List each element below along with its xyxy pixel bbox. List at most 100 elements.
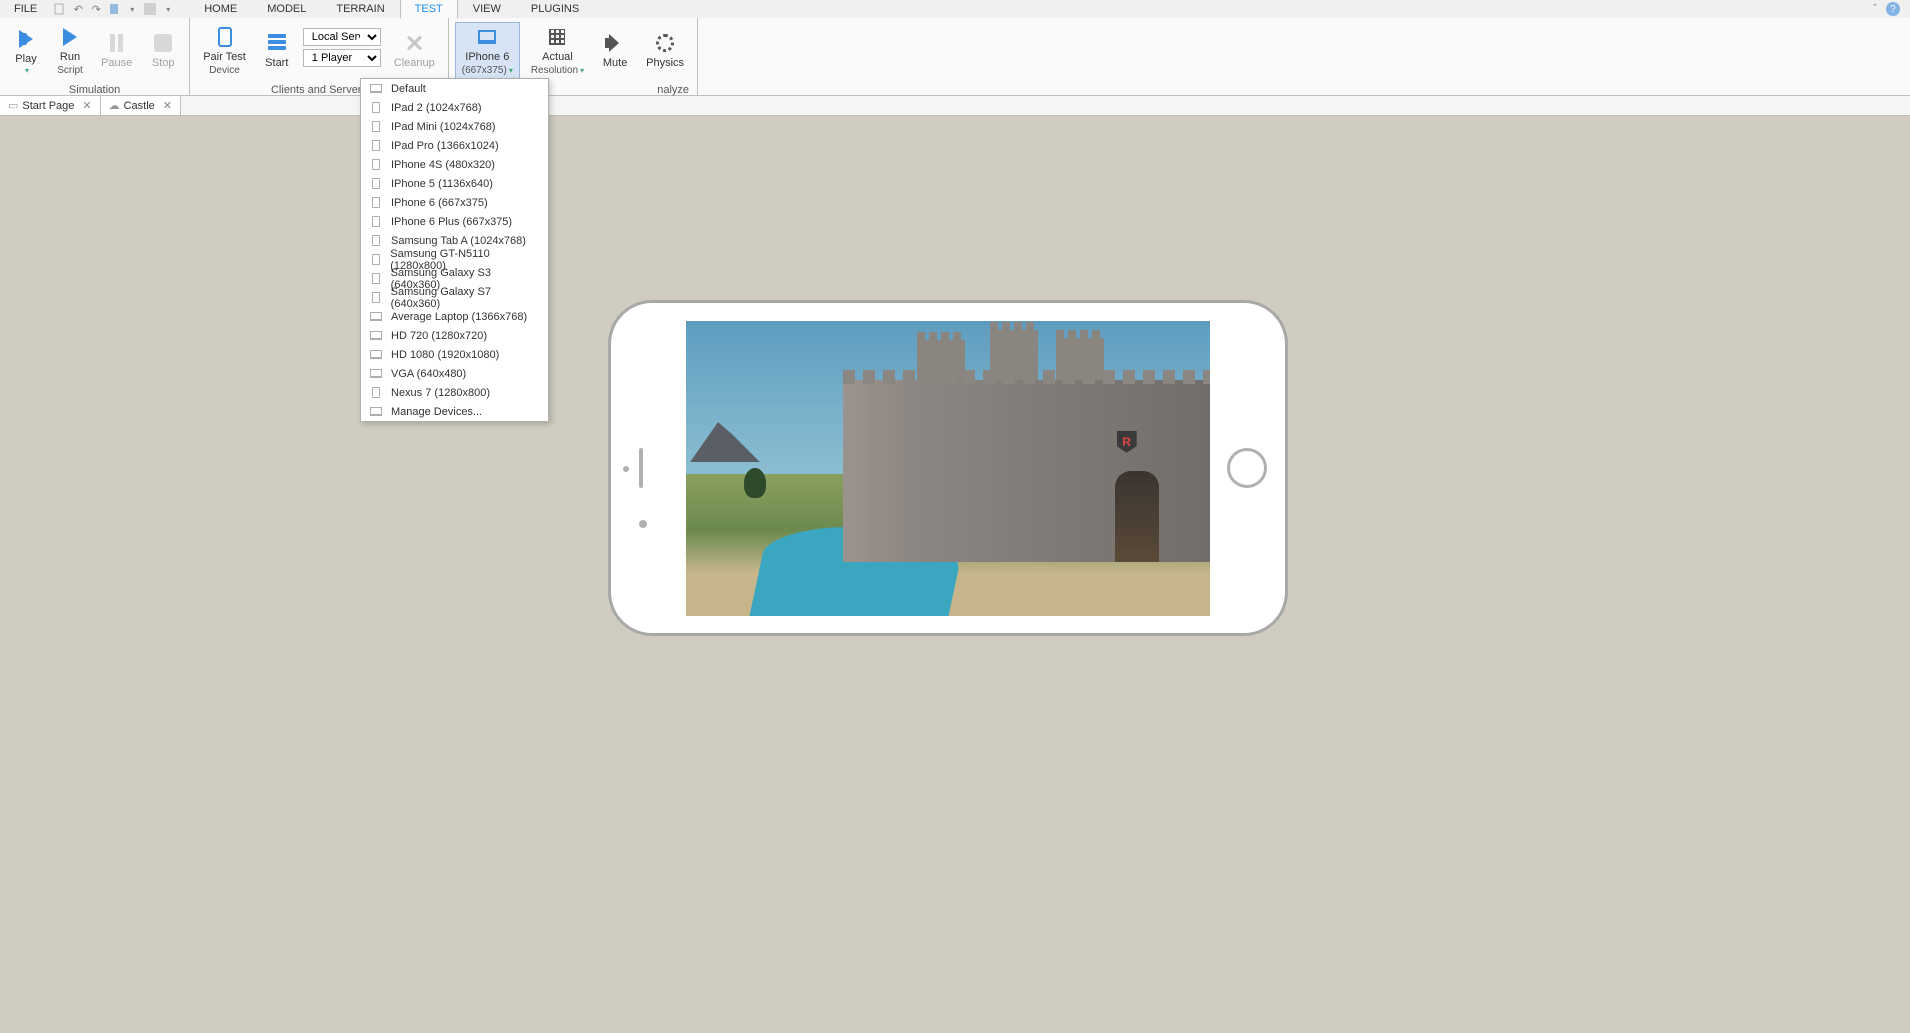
run-script-button[interactable]: Run Script bbox=[50, 22, 90, 80]
mute-label: Mute bbox=[603, 57, 627, 70]
menu-tab-home[interactable]: HOME bbox=[189, 0, 252, 19]
gear-icon bbox=[653, 31, 677, 55]
device-option[interactable]: HD 1080 (1920x1080) bbox=[361, 345, 548, 364]
device-option-label: IPhone 6 Plus (667x375) bbox=[391, 216, 512, 228]
tablet-icon bbox=[369, 292, 383, 304]
device-option[interactable]: IPhone 4S (480x320) bbox=[361, 155, 548, 174]
device-option[interactable]: VGA (640x480) bbox=[361, 364, 548, 383]
device-option-label: Samsung Tab A (1024x768) bbox=[391, 235, 526, 247]
device-option-label: Samsung Galaxy S7 (640x360) bbox=[391, 286, 540, 310]
redo-icon[interactable]: ↷ bbox=[89, 2, 103, 16]
new-icon[interactable] bbox=[53, 2, 67, 16]
device-option[interactable]: Manage Devices... bbox=[361, 402, 548, 421]
physics-button[interactable]: Physics bbox=[639, 22, 691, 80]
castle-gate bbox=[1115, 471, 1159, 562]
physics-label: Physics bbox=[646, 57, 684, 70]
players-select[interactable]: 1 Player bbox=[303, 49, 381, 67]
device-option-label: IPad Pro (1366x1024) bbox=[391, 140, 499, 152]
tablet-icon bbox=[369, 254, 382, 266]
monitor-icon bbox=[369, 311, 383, 323]
qat-chevron2-icon[interactable]: ▾ bbox=[161, 2, 175, 16]
device-option[interactable]: IPad Mini (1024x768) bbox=[361, 117, 548, 136]
device-option[interactable]: HD 720 (1280x720) bbox=[361, 326, 548, 345]
ribbon-group-simulation: Play ▾ Run Script Pause Stop Simulation bbox=[0, 18, 190, 95]
device-dropdown: Default IPad 2 (1024x768)IPad Mini (1024x… bbox=[360, 78, 549, 422]
device-option[interactable]: Default bbox=[361, 79, 548, 98]
menu-tabs: HOMEMODELTERRAINTESTVIEWPLUGINS bbox=[189, 0, 594, 19]
play-button[interactable]: Play ▾ bbox=[6, 22, 46, 80]
collapse-ribbon-icon[interactable]: ˆ bbox=[1868, 2, 1882, 16]
device-option[interactable]: IPhone 6 (667x375) bbox=[361, 193, 548, 212]
tablet-icon bbox=[369, 159, 383, 171]
cleanup-icon bbox=[402, 31, 426, 55]
pause-icon bbox=[105, 31, 129, 55]
tablet-icon bbox=[369, 121, 383, 133]
device-option[interactable]: IPad 2 (1024x768) bbox=[361, 98, 548, 117]
tablet-icon bbox=[369, 102, 383, 114]
device-option-label: Nexus 7 (1280x800) bbox=[391, 387, 490, 399]
ribbon: Play ▾ Run Script Pause Stop Simulation bbox=[0, 18, 1910, 96]
device-option[interactable]: Average Laptop (1366x768) bbox=[361, 307, 548, 326]
cleanup-label: Cleanup bbox=[394, 57, 435, 70]
pause-button[interactable]: Pause bbox=[94, 22, 139, 80]
device-option[interactable]: IPhone 5 (1136x640) bbox=[361, 174, 548, 193]
viewport[interactable]: R bbox=[0, 116, 1910, 1033]
device-option-label: VGA (640x480) bbox=[391, 368, 466, 380]
doc-tab-start-page[interactable]: ▭Start Page✕ bbox=[0, 96, 101, 115]
doc-tab-label: Castle bbox=[124, 100, 155, 112]
cloud-icon: ☁ bbox=[109, 99, 120, 112]
play-label: Play bbox=[15, 53, 36, 66]
pair-sublabel: Device bbox=[209, 65, 240, 77]
chevron-down-icon: ▾ bbox=[25, 66, 29, 76]
menu-tab-model[interactable]: MODEL bbox=[252, 0, 321, 19]
server-select[interactable]: Local Server bbox=[303, 28, 381, 46]
device-label: IPhone 6 bbox=[465, 51, 509, 64]
device-option-label: HD 1080 (1920x1080) bbox=[391, 349, 499, 361]
castle-tower bbox=[990, 330, 1038, 380]
crest-icon: R bbox=[1117, 431, 1137, 453]
mute-button[interactable]: Mute bbox=[595, 22, 635, 80]
game-viewport[interactable]: R bbox=[686, 321, 1210, 616]
phone-icon bbox=[213, 25, 237, 49]
undo-icon[interactable]: ↶ bbox=[71, 2, 85, 16]
menu-bar: FILE ↶ ↷ ▾ ▾ HOMEMODELTERRAINTESTVIEWPLU… bbox=[0, 0, 1910, 18]
pair-test-device-button[interactable]: Pair Test Device bbox=[196, 22, 253, 80]
fill-color-icon[interactable] bbox=[143, 2, 157, 16]
menu-file[interactable]: FILE bbox=[4, 3, 47, 15]
close-icon[interactable]: ✕ bbox=[163, 99, 172, 112]
device-option[interactable]: Nexus 7 (1280x800) bbox=[361, 383, 548, 402]
device-option-label: IPhone 6 (667x375) bbox=[391, 197, 488, 209]
stop-button[interactable]: Stop bbox=[143, 22, 183, 80]
device-option[interactable]: IPad Pro (1366x1024) bbox=[361, 136, 548, 155]
device-option[interactable]: IPhone 6 Plus (667x375) bbox=[361, 212, 548, 231]
grid-icon bbox=[545, 25, 569, 49]
menu-tab-plugins[interactable]: PLUGINS bbox=[516, 0, 594, 19]
page-icon: ▭ bbox=[8, 99, 18, 112]
play-icon bbox=[14, 27, 38, 51]
menu-tab-test[interactable]: TEST bbox=[400, 0, 458, 19]
paste-icon[interactable] bbox=[107, 2, 121, 16]
tablet-icon bbox=[369, 178, 383, 190]
device-option[interactable]: Samsung Galaxy S7 (640x360) bbox=[361, 288, 548, 307]
cleanup-button[interactable]: Cleanup bbox=[387, 22, 442, 80]
device-option-label: Default bbox=[391, 83, 426, 95]
qat-chevron-icon[interactable]: ▾ bbox=[125, 2, 139, 16]
crest-letter: R bbox=[1122, 435, 1131, 449]
tree bbox=[744, 468, 766, 498]
menu-tab-terrain[interactable]: TERRAIN bbox=[321, 0, 399, 19]
monitor-icon bbox=[369, 349, 383, 361]
run-script-icon bbox=[58, 25, 82, 49]
sensor-icon bbox=[623, 466, 629, 472]
start-button[interactable]: Start bbox=[257, 22, 297, 80]
device-button[interactable]: IPhone 6 (667x375)▾ bbox=[455, 22, 520, 80]
close-icon[interactable]: ✕ bbox=[82, 99, 91, 112]
tablet-icon bbox=[369, 216, 383, 228]
run-sublabel: Script bbox=[57, 65, 83, 77]
actual-resolution-button[interactable]: Actual Resolution▾ bbox=[524, 22, 591, 80]
device-option-label: Manage Devices... bbox=[391, 406, 482, 418]
device-frame: R bbox=[608, 300, 1288, 636]
help-icon[interactable]: ? bbox=[1886, 2, 1900, 16]
pause-label: Pause bbox=[101, 57, 132, 70]
doc-tab-castle[interactable]: ☁ Castle ✕ bbox=[101, 96, 181, 115]
menu-tab-view[interactable]: VIEW bbox=[458, 0, 516, 19]
